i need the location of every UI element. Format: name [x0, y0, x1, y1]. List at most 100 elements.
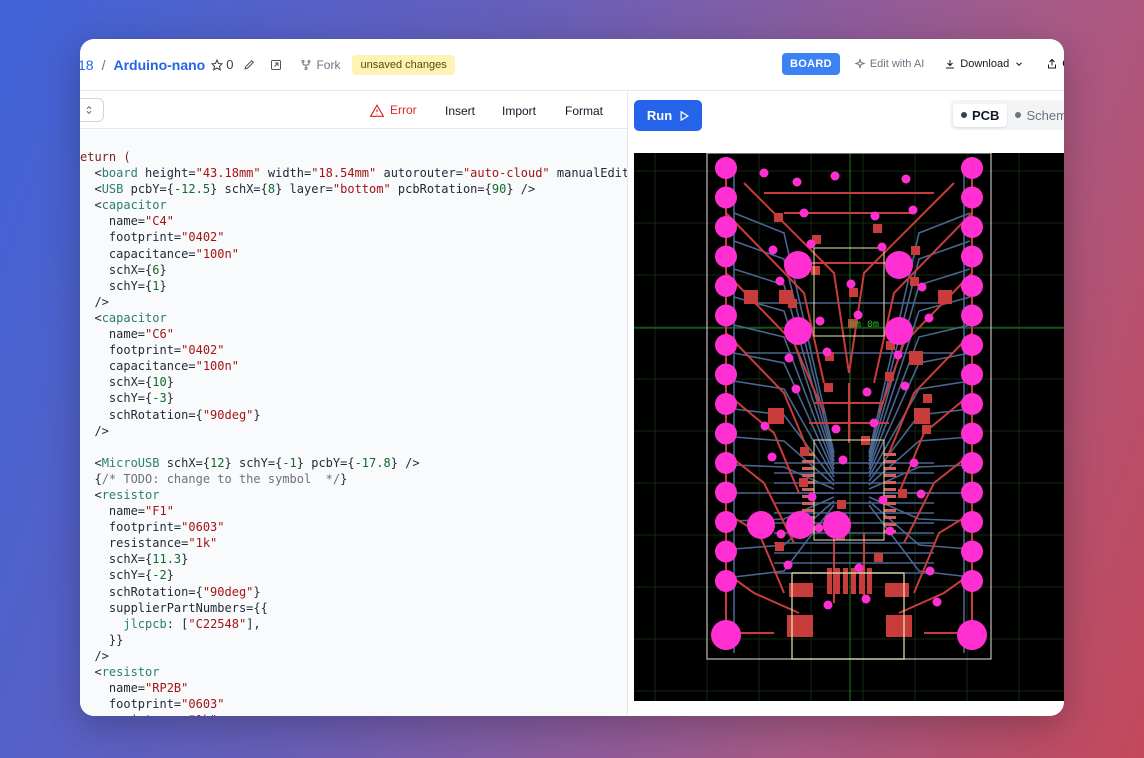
via [815, 316, 825, 326]
code-line[interactable]: resistance="1k" [80, 535, 627, 551]
breadcrumb-project-number[interactable]: 18 [80, 57, 94, 73]
board-button[interactable]: BOARD [782, 53, 840, 75]
tab-pcb-label: PCB [972, 107, 1000, 123]
code-line[interactable]: <capacitor [80, 197, 627, 213]
download-icon [946, 60, 955, 69]
code-line[interactable]: /> [80, 294, 627, 310]
rename-button[interactable] [243, 58, 256, 71]
fork-button[interactable]: Fork [294, 54, 346, 76]
edit-with-ai-button[interactable]: Edit with AI [854, 58, 924, 70]
chip-pin [884, 453, 896, 456]
code-line[interactable]: }} [80, 632, 627, 648]
share-icon [1048, 58, 1057, 69]
project-name-link[interactable]: Arduino-nano [113, 57, 205, 73]
code-line[interactable]: schRotation={"90deg"} [80, 407, 627, 423]
top-trace [898, 572, 973, 614]
header-pad [715, 570, 737, 592]
via [870, 211, 880, 221]
code-line[interactable]: jlcpcb: ["C22548"], [80, 616, 627, 632]
via [760, 421, 770, 431]
header-pad [961, 570, 983, 592]
code-line[interactable]: schY={1} [80, 278, 627, 294]
header-pad [961, 422, 983, 445]
share-button[interactable]: Co [1046, 58, 1064, 70]
header-pad [715, 422, 737, 445]
header-pad [961, 275, 983, 297]
pcb-viewer[interactable]: 0m 0m [634, 153, 1064, 701]
code-line[interactable]: <resistor [80, 664, 627, 680]
code-line[interactable]: footprint="0402" [80, 229, 627, 245]
code-line[interactable]: schY={-2} [80, 567, 627, 583]
right-toolbar: BOARD Edit with AI Download Co [782, 53, 1064, 75]
code-line[interactable]: eturn ( [80, 149, 627, 165]
code-line[interactable]: resistance="1k" [80, 712, 627, 716]
chip-pin [884, 474, 896, 477]
via [854, 563, 864, 573]
code-line[interactable]: <resistor [80, 487, 627, 503]
smd-pad [824, 383, 833, 392]
code-line[interactable]: name="C6" [80, 326, 627, 342]
code-line[interactable]: footprint="0603" [80, 519, 627, 535]
code-line[interactable]: <board height="43.18mm" width="18.54mm" … [80, 165, 627, 181]
code-line[interactable]: schX={6} [80, 262, 627, 278]
code-line[interactable]: <USB pcbY={-12.5} schX={8} layer="bottom… [80, 181, 627, 197]
code-line[interactable]: name="C4" [80, 213, 627, 229]
pane-divider[interactable] [627, 92, 628, 716]
code-line[interactable]: supplierPartNumbers={{ [80, 600, 627, 616]
error-label: Error [390, 103, 417, 117]
smd-pad [849, 288, 858, 297]
via [831, 424, 841, 434]
pcb-canvas[interactable]: 0m 0m [634, 153, 1064, 701]
smd-pad [811, 266, 820, 275]
code-line[interactable]: <MicroUSB schX={12} schY={-1} pcbY={-17.… [80, 455, 627, 471]
code-line[interactable]: /> [80, 423, 627, 439]
file-select[interactable] [80, 98, 104, 122]
smd-pad [911, 246, 920, 255]
code-editor[interactable]: eturn ( <board height="43.18mm" width="1… [80, 130, 627, 716]
run-button[interactable]: Run [634, 100, 702, 131]
code-line[interactable]: footprint="0402" [80, 342, 627, 358]
header-pad [715, 304, 737, 327]
code-line[interactable]: capacitance="100n" [80, 358, 627, 374]
star-button[interactable]: 0 [211, 57, 233, 72]
top-trace [725, 572, 800, 614]
code-line[interactable]: schY={-3} [80, 390, 627, 406]
smd-pad [886, 615, 912, 637]
code-line[interactable]: <capacitor [80, 310, 627, 326]
bottom-trace [733, 464, 835, 490]
code-line[interactable]: schX={10} [80, 374, 627, 390]
tab-pcb[interactable]: PCB [953, 103, 1008, 127]
insert-button[interactable]: Insert [445, 104, 475, 118]
code-line[interactable]: capacitance="100n" [80, 246, 627, 262]
chip-pin [802, 467, 814, 470]
code-line[interactable]: name="F1" [80, 503, 627, 519]
code-line[interactable]: schRotation={"90deg"} [80, 584, 627, 600]
via [799, 208, 809, 218]
chip-pin [884, 516, 896, 519]
error-button[interactable]: Error [370, 103, 417, 117]
large-pad [784, 251, 812, 279]
chip-pin [884, 488, 896, 491]
editor-toolbar: Error Insert Import Format [80, 92, 627, 129]
import-button[interactable]: Import [502, 104, 536, 118]
via [917, 282, 927, 292]
format-button[interactable]: Format [565, 104, 603, 118]
code-line[interactable]: /> [80, 648, 627, 664]
usb-pin [843, 568, 848, 594]
open-external-button[interactable] [270, 59, 282, 71]
large-pad [786, 511, 814, 539]
download-button[interactable]: Download [944, 58, 1028, 70]
fork-label: Fork [316, 57, 341, 72]
header-pad [961, 452, 983, 474]
code-line[interactable] [80, 439, 627, 455]
tab-schematic[interactable]: Schem [1007, 104, 1064, 127]
code-line[interactable]: name="RP2B" [80, 680, 627, 696]
code-line[interactable]: schX={11.3} [80, 551, 627, 567]
header-pad [715, 216, 737, 238]
header-pad [715, 393, 737, 415]
header-pad [961, 157, 983, 179]
chip-pin [884, 509, 896, 512]
chip-pin [802, 460, 814, 463]
code-line[interactable]: footprint="0603" [80, 696, 627, 712]
code-line[interactable]: {/* TODO: change to the symbol */} [80, 471, 627, 487]
